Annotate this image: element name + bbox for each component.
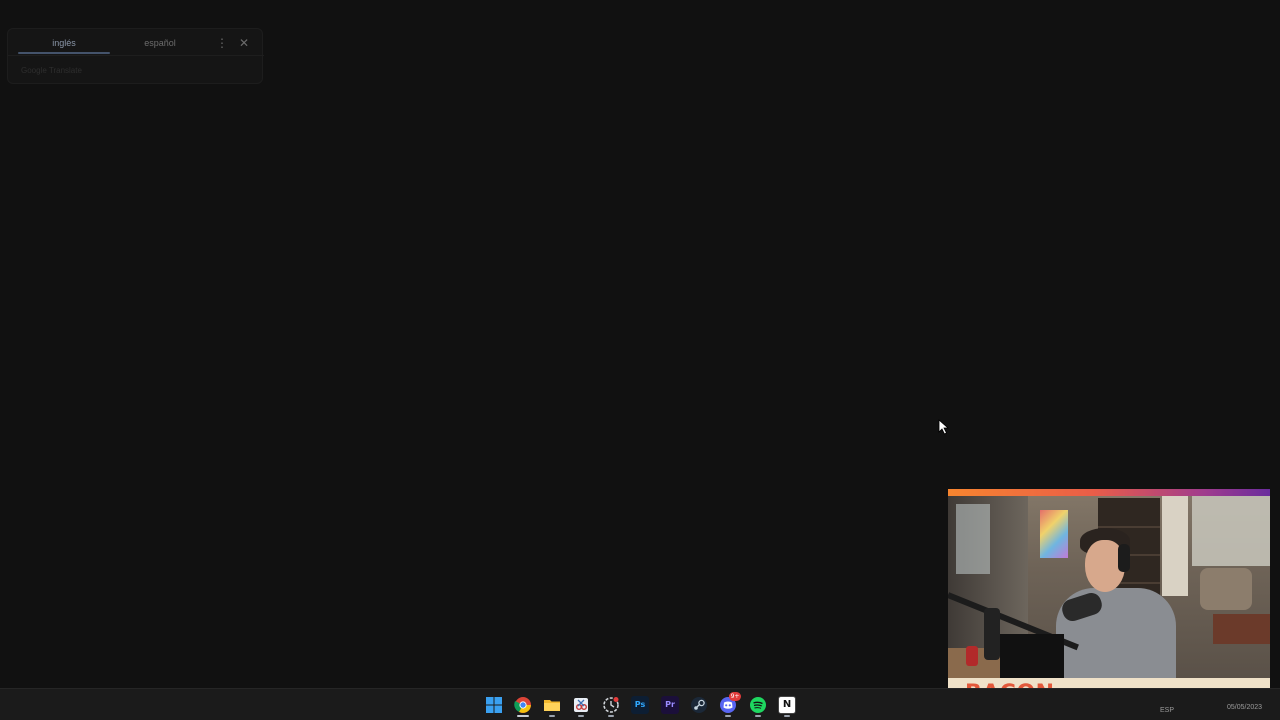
- tab-target-language[interactable]: español: [114, 38, 206, 48]
- chrome-icon[interactable]: [514, 696, 532, 714]
- webcam-accent-bar: [948, 489, 1270, 496]
- snipping-tool-icon[interactable]: [572, 696, 590, 714]
- discord-notification-badge: 9+: [729, 692, 741, 701]
- tab-source-language[interactable]: inglés: [18, 38, 110, 48]
- photoshop-icon[interactable]: Ps: [631, 696, 649, 714]
- discord-icon[interactable]: 9+: [719, 692, 741, 714]
- premiere-icon[interactable]: Pr: [661, 696, 679, 714]
- notion-icon[interactable]: N: [778, 696, 796, 714]
- spotify-open-indicator: [755, 715, 761, 717]
- active-tab-indicator: [18, 52, 110, 54]
- webcam-video: [948, 496, 1270, 678]
- tray-date[interactable]: 05/05/2023: [1227, 704, 1262, 711]
- webcam-overlay: BACON: [948, 489, 1270, 710]
- chrome-active-indicator: [517, 715, 529, 717]
- start-menu-icon[interactable]: [485, 696, 503, 714]
- desktop: inglés español ⋮ ✕ Google Translate Ps P…: [0, 0, 1280, 720]
- snipping-open-indicator: [578, 715, 584, 717]
- spotify-icon[interactable]: [749, 696, 767, 714]
- translate-language-tabs: inglés español ⋮ ✕: [8, 29, 264, 56]
- taskbar: Ps Pr 9+ N ESP 05/05/2023: [0, 688, 1280, 720]
- more-options-icon[interactable]: ⋮: [215, 36, 229, 50]
- notion-open-indicator: [784, 715, 790, 717]
- mouse-cursor-icon: [938, 419, 950, 435]
- tray-language-indicator[interactable]: ESP: [1160, 707, 1174, 714]
- discord-open-indicator: [725, 715, 731, 717]
- translate-popup: inglés español ⋮ ✕ Google Translate: [7, 28, 264, 84]
- steam-icon[interactable]: [690, 696, 708, 714]
- file-explorer-icon[interactable]: [543, 696, 561, 714]
- clock-open-indicator: [608, 715, 614, 717]
- translate-brand-label: Google Translate: [21, 66, 82, 75]
- explorer-open-indicator: [549, 715, 555, 717]
- clock-app-icon[interactable]: [602, 696, 620, 714]
- close-icon[interactable]: ✕: [237, 36, 251, 50]
